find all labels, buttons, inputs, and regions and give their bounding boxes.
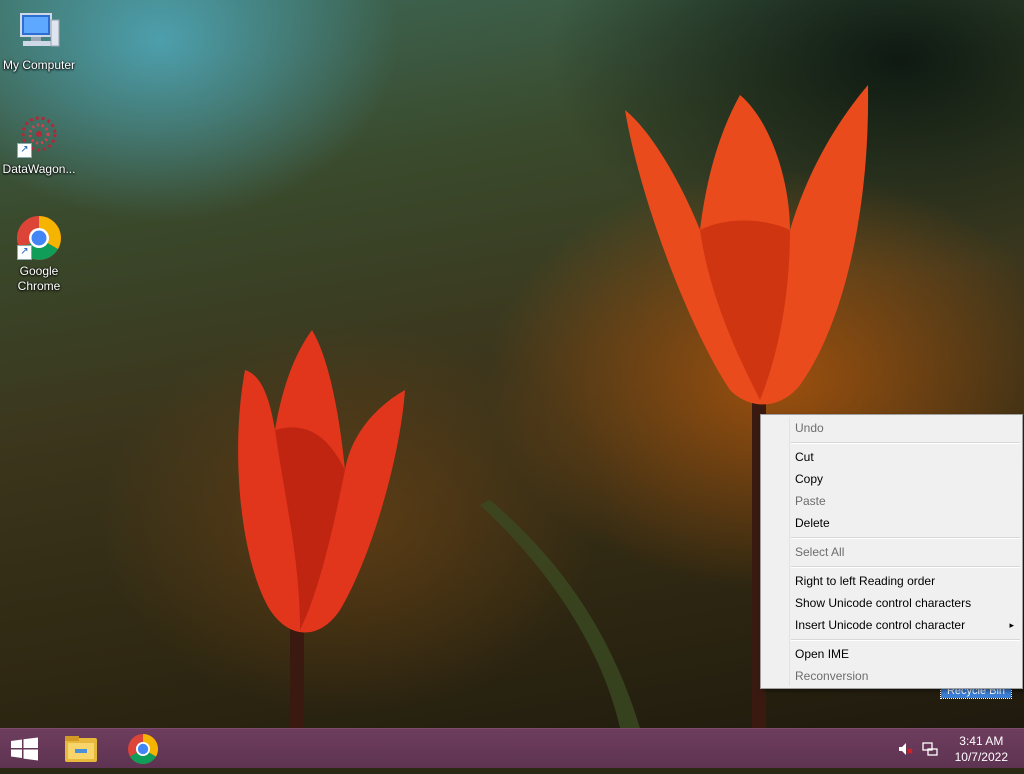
menu-item-insert-unicode-control[interactable]: Insert Unicode control character ▸ bbox=[795, 614, 1018, 636]
windows-start-icon bbox=[11, 737, 38, 761]
shortcut-arrow-icon: ↗ bbox=[17, 143, 32, 158]
taskbar-clock[interactable]: 3:41 AM 10/7/2022 bbox=[955, 733, 1008, 765]
menu-separator bbox=[791, 442, 1020, 444]
taskbar-file-explorer[interactable] bbox=[56, 729, 106, 769]
desktop-icon-label: Google Chrome bbox=[17, 264, 61, 293]
chrome-icon: ↗ bbox=[15, 214, 63, 262]
menu-item-reconversion[interactable]: Reconversion bbox=[795, 665, 1018, 687]
taskbar-chrome[interactable] bbox=[118, 729, 168, 769]
menu-item-rtl-reading-order[interactable]: Right to left Reading order bbox=[795, 570, 1018, 592]
menu-item-cut[interactable]: Cut bbox=[795, 446, 1018, 468]
taskbar: 3:41 AM 10/7/2022 bbox=[0, 728, 1024, 768]
clock-date: 10/7/2022 bbox=[954, 750, 1008, 764]
datawagon-icon: ↗ bbox=[15, 112, 63, 160]
start-button[interactable] bbox=[0, 729, 50, 769]
network-icon[interactable] bbox=[922, 741, 938, 757]
clock-time: 3:41 AM bbox=[959, 734, 1004, 748]
menu-separator bbox=[791, 639, 1020, 641]
menu-item-undo[interactable]: Undo bbox=[795, 417, 1018, 439]
submenu-arrow-icon: ▸ bbox=[1009, 620, 1014, 630]
desktop-icon-datawagon[interactable]: ↗ DataWagon... bbox=[1, 112, 77, 177]
menu-item-paste[interactable]: Paste bbox=[795, 490, 1018, 512]
context-menu[interactable]: Undo Cut Copy Paste Delete Select All Ri… bbox=[760, 414, 1023, 689]
speaker-muted-icon[interactable] bbox=[897, 741, 913, 757]
desktop-icon-label: DataWagon... bbox=[2, 162, 76, 176]
desktop-icon-google-chrome[interactable]: ↗ Google Chrome bbox=[1, 214, 77, 294]
desktop[interactable]: My Computer ↗ DataWagon... ↗ Google Chro… bbox=[0, 0, 1024, 728]
menu-item-open-ime[interactable]: Open IME bbox=[795, 643, 1018, 665]
menu-gutter bbox=[789, 417, 790, 686]
desktop-icon-label: My Computer bbox=[2, 58, 76, 72]
file-explorer-icon bbox=[65, 736, 97, 762]
menu-separator bbox=[791, 537, 1020, 539]
menu-item-label: Insert Unicode control character bbox=[795, 618, 966, 632]
shortcut-arrow-icon: ↗ bbox=[17, 245, 32, 260]
menu-item-delete[interactable]: Delete bbox=[795, 512, 1018, 534]
chrome-icon bbox=[128, 734, 159, 765]
menu-item-select-all[interactable]: Select All bbox=[795, 541, 1018, 563]
menu-item-copy[interactable]: Copy bbox=[795, 468, 1018, 490]
menu-separator bbox=[791, 566, 1020, 568]
desktop-icon-my-computer[interactable]: My Computer bbox=[1, 8, 77, 73]
menu-item-show-unicode-control[interactable]: Show Unicode control characters bbox=[795, 592, 1018, 614]
computer-icon bbox=[15, 8, 63, 56]
